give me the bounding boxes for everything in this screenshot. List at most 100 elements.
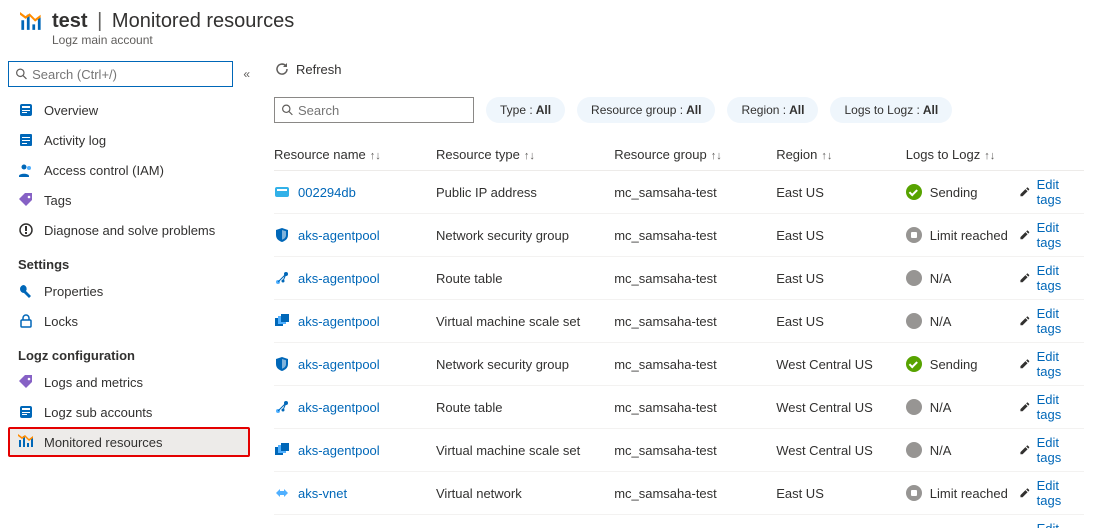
nav-overview[interactable]: Overview: [8, 95, 250, 125]
resource-link[interactable]: aks-agentpool: [298, 357, 380, 372]
nav-monitored-resources[interactable]: Monitored resources: [8, 427, 250, 457]
nav-logs-and-metrics[interactable]: Logs and metrics: [8, 367, 250, 397]
status-icon: [906, 184, 922, 200]
filter-pill-0[interactable]: Type : All: [486, 97, 565, 123]
i-chart-icon: [18, 434, 34, 450]
resources-table: Resource name↑↓Resource type↑↓Resource g…: [274, 139, 1084, 528]
col-header-3[interactable]: Region↑↓: [776, 139, 906, 171]
resource-type: Network security group: [436, 214, 614, 257]
edit-tags-button[interactable]: Edit tags: [1019, 263, 1078, 293]
edit-tags-button[interactable]: Edit tags: [1019, 177, 1078, 207]
nav-tags[interactable]: Tags: [8, 185, 250, 215]
filter-pill-2[interactable]: Region : All: [727, 97, 818, 123]
resource-region: East US: [776, 214, 906, 257]
vmss-icon: [274, 442, 290, 458]
main-content: Refresh Type : All Resource group : All Re…: [258, 53, 1100, 528]
resource-link[interactable]: 002294db: [298, 185, 356, 200]
resource-search-input[interactable]: [294, 103, 467, 118]
resource-type: Virtual machine scale set: [436, 429, 614, 472]
sidebar-search[interactable]: [8, 61, 233, 87]
resource-link[interactable]: aks-agentpool: [298, 271, 380, 286]
table-row: aks-agentpool Virtual machine scale set …: [274, 300, 1084, 343]
col-header-4[interactable]: Logs to Logz↑↓: [906, 139, 1019, 171]
status-text: Limit reached: [930, 228, 1008, 243]
resource-name: test: [52, 10, 88, 32]
nav-access-control-iam-[interactable]: Access control (IAM): [8, 155, 250, 185]
nav-label: Logs and metrics: [44, 375, 143, 390]
page-subtitle: Logz main account: [52, 33, 294, 47]
resource-group: mc_samsaha-test: [614, 300, 776, 343]
search-icon: [15, 67, 28, 81]
resource-link[interactable]: aks-agentpool: [298, 443, 380, 458]
edit-tags-button[interactable]: Edit tags: [1019, 478, 1078, 508]
nav-activity-log[interactable]: Activity log: [8, 125, 250, 155]
col-header-2[interactable]: Resource group↑↓: [614, 139, 776, 171]
resource-link[interactable]: aks-agentpool: [298, 314, 380, 329]
nav-label: Monitored resources: [44, 435, 163, 450]
resource-type: Virtual network: [436, 515, 614, 528]
resource-group: mc_samsaha-test: [614, 472, 776, 515]
resource-type: Virtual machine scale set: [436, 300, 614, 343]
resource-type: Route table: [436, 257, 614, 300]
i-props-icon: [18, 283, 34, 299]
status-text: N/A: [930, 314, 952, 329]
edit-tags-button[interactable]: Edit tags: [1019, 306, 1078, 336]
section-settings: Settings: [18, 257, 250, 272]
nav-locks[interactable]: Locks: [8, 306, 250, 336]
edit-tags-button[interactable]: Edit tags: [1019, 220, 1078, 250]
resource-region: West Central US: [776, 386, 906, 429]
resource-search[interactable]: [274, 97, 474, 123]
resource-region: West Central US: [776, 429, 906, 472]
resource-group: mc_samsaha-test: [614, 515, 776, 528]
resource-group: mc_samsaha-test: [614, 386, 776, 429]
status-text: Sending: [930, 357, 978, 372]
edit-tags-button[interactable]: Edit tags: [1019, 349, 1078, 379]
refresh-icon: [274, 61, 290, 77]
status-text: N/A: [930, 400, 952, 415]
resource-link[interactable]: aks-agentpool: [298, 228, 380, 243]
refresh-label: Refresh: [296, 62, 342, 77]
resource-region: West Central US: [776, 515, 906, 528]
table-row: aks-agentpool Route table mc_samsaha-tes…: [274, 386, 1084, 429]
i-log-icon: [18, 132, 34, 148]
resource-region: East US: [776, 472, 906, 515]
col-header-0[interactable]: Resource name↑↓: [274, 139, 436, 171]
status-icon: [906, 442, 922, 458]
edit-tags-button[interactable]: Edit tags: [1019, 435, 1078, 465]
collapse-sidebar-button[interactable]: «: [243, 67, 250, 81]
filter-pill-1[interactable]: Resource group : All: [577, 97, 715, 123]
route-icon: [274, 399, 290, 415]
i-overview-icon: [18, 404, 34, 420]
pencil-icon: [1019, 486, 1030, 500]
resource-link[interactable]: aks-vnet: [298, 486, 347, 501]
resource-region: East US: [776, 257, 906, 300]
resource-type: Network security group: [436, 343, 614, 386]
col-header-1[interactable]: Resource type↑↓: [436, 139, 614, 171]
nsg-icon: [274, 227, 290, 243]
nav-diagnose-and-solve-problems[interactable]: Diagnose and solve problems: [8, 215, 250, 245]
nav-properties[interactable]: Properties: [8, 276, 250, 306]
status-icon: [906, 227, 922, 243]
title-separator: |: [97, 10, 102, 32]
resource-region: East US: [776, 171, 906, 214]
table-row: aks-agentpool Network security group mc_…: [274, 343, 1084, 386]
nav-label: Overview: [44, 103, 98, 118]
status-text: Sending: [930, 185, 978, 200]
resource-group: mc_samsaha-test: [614, 171, 776, 214]
nav-logz-sub-accounts[interactable]: Logz sub accounts: [8, 397, 250, 427]
refresh-button[interactable]: Refresh: [274, 61, 342, 77]
filter-pill-3[interactable]: Logs to Logz : All: [830, 97, 952, 123]
i-lock-icon: [18, 313, 34, 329]
resource-region: East US: [776, 300, 906, 343]
nav-label: Tags: [44, 193, 71, 208]
resource-group: mc_samsaha-test: [614, 257, 776, 300]
resource-link[interactable]: aks-agentpool: [298, 400, 380, 415]
resource-group: mc_samsaha-test: [614, 343, 776, 386]
edit-tags-button[interactable]: Edit tags: [1019, 392, 1078, 422]
i-overview-icon: [18, 102, 34, 118]
pencil-icon: [1019, 400, 1030, 414]
status-text: Limit reached: [930, 486, 1008, 501]
nav-label: Activity log: [44, 133, 106, 148]
sidebar-search-input[interactable]: [28, 67, 226, 82]
table-row: aks-agentpool Route table mc_samsaha-tes…: [274, 257, 1084, 300]
